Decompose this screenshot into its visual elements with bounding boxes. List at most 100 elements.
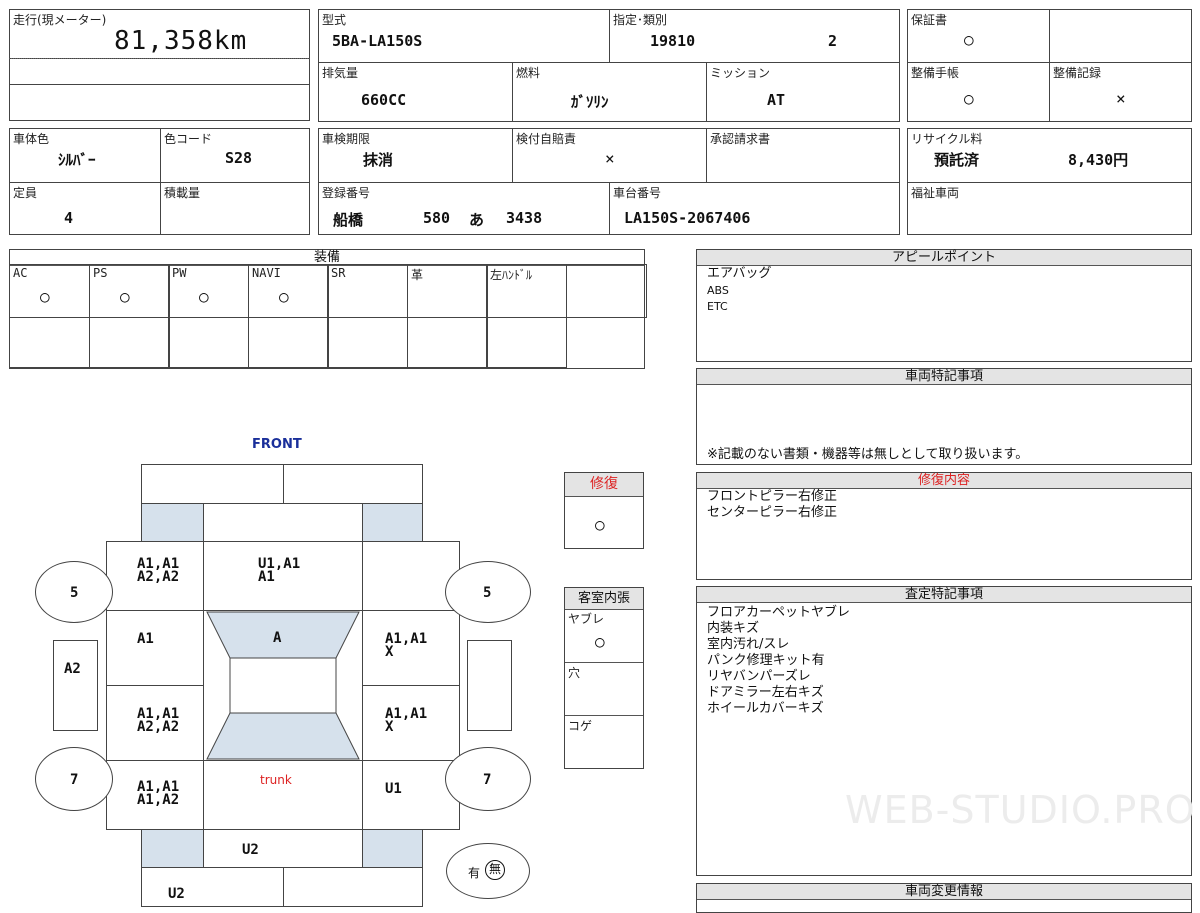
approval-label: 承認請求書 xyxy=(710,132,771,146)
designation-label: 指定･類別 xyxy=(613,13,668,27)
interior-divider-1 xyxy=(565,662,643,663)
repair-title: 修復 xyxy=(565,473,643,497)
assessment-title: 査定特記事項 xyxy=(697,587,1191,603)
equipment-label: 左ﾊﾝﾄﾞﾙ xyxy=(490,268,533,282)
vehicle-changes-title: 車両変更情報 xyxy=(697,884,1191,900)
plate-kana: あ xyxy=(469,211,485,229)
plate-region: 船橋 xyxy=(333,211,364,229)
rear-right-pillar xyxy=(362,829,423,868)
rear-panel: U2 xyxy=(203,829,363,868)
equipment-label: 革 xyxy=(411,268,424,282)
plate-class: 580 xyxy=(423,209,451,227)
registration-label: 登録番号 xyxy=(322,186,371,200)
maintenance-record-cell: 整備記録 × xyxy=(1049,62,1192,122)
front-label: FRONT xyxy=(252,437,302,452)
maintenance-record-label: 整備記録 xyxy=(1053,66,1102,80)
welfare-label: 福祉車両 xyxy=(911,186,960,200)
rear-panel-code: U2 xyxy=(242,842,259,858)
assessment-line-1: フロアカーペットヤブレ xyxy=(707,605,851,620)
rear-right-door: A1,A1 X xyxy=(362,685,460,761)
maintenance-book-cell: 整備手帳 ○ xyxy=(907,62,1050,122)
roof-code: A xyxy=(273,630,282,646)
load-cell: 積載量 xyxy=(160,182,310,235)
roof-panel xyxy=(229,657,337,714)
recycle-label: リサイクル料 xyxy=(911,132,983,146)
fuel-label: 燃料 xyxy=(516,66,541,80)
repair-details-line-1: フロントピラー右修正 xyxy=(707,489,838,504)
front-left-fender: A1,A1 A2,A2 xyxy=(106,541,204,611)
welfare-cell: 福祉車両 xyxy=(907,182,1192,235)
equipment-blank-cell xyxy=(248,317,329,368)
interior-hole-label: 穴 xyxy=(568,666,581,680)
left-step-code: A2 xyxy=(64,661,81,677)
interior-burn-label: コゲ xyxy=(568,719,593,733)
repair-box: 修復 ○ xyxy=(564,472,644,549)
equipment-label: AC xyxy=(13,266,28,280)
model-type-label: 型式 xyxy=(322,13,347,27)
equipment-cell: 左ﾊﾝﾄﾞﾙ xyxy=(486,264,567,318)
chassis-value: LA150S-2067406 xyxy=(624,209,751,227)
color-label: 車体色 xyxy=(13,132,50,146)
assessment-box: 査定特記事項 フロアカーペットヤブレ 内装キズ 室内汚れ/スレ パンク修理キット… xyxy=(696,586,1192,876)
fuel-value: ｶﾞｿﾘﾝ xyxy=(571,93,609,111)
front-right-tire-code: 5 xyxy=(483,585,492,601)
recycle-status: 預託済 xyxy=(934,151,980,169)
displacement-value: 660CC xyxy=(361,91,407,109)
assessment-line-7: ホイールカバーキズ xyxy=(707,701,824,716)
trunk-label: trunk xyxy=(260,773,292,787)
recycle-amount: 8,430円 xyxy=(1068,151,1129,169)
interior-divider-2 xyxy=(565,715,643,716)
insurance-label: 検付自賠責 xyxy=(516,132,577,146)
front-left-tire: 5 xyxy=(35,561,113,623)
assessment-line-4: パンク修理キット有 xyxy=(707,653,825,668)
expiry-cell: 車検期限 抹消 xyxy=(318,128,513,183)
equipment-blank-cell xyxy=(168,317,249,368)
rear-left-door: A1,A1 A2,A2 xyxy=(106,685,204,761)
equipment-cell: PW ○ xyxy=(168,264,249,318)
spare-tire-yes: 有 xyxy=(468,866,481,880)
appeal-line-1: エアバッグ xyxy=(707,266,772,281)
front-left-pillar xyxy=(141,503,204,542)
repair-mark: ○ xyxy=(595,515,605,534)
fuel-cell: 燃料 ｶﾞｿﾘﾝ xyxy=(512,62,707,122)
maintenance-book-label: 整備手帳 xyxy=(911,66,960,80)
equipment-blank-cell xyxy=(486,317,567,368)
warranty-mark: ○ xyxy=(964,30,974,49)
assessment-line-2: 内装キズ xyxy=(707,621,760,636)
chassis-cell: 車台番号 LA150S-2067406 xyxy=(609,182,900,235)
watermark: WEB-STUDIO.PRO xyxy=(845,788,1196,832)
front-left-door-code: A1 xyxy=(137,631,154,647)
transmission-cell: ミッション AT xyxy=(706,62,900,122)
model-type-cell: 型式 5BA-LA150S xyxy=(318,9,610,63)
left-step: A2 xyxy=(53,640,98,731)
equipment-cell: SR xyxy=(327,264,408,318)
assessment-line-6: ドアミラー左右キズ xyxy=(707,685,824,700)
front-left-tire-code: 5 xyxy=(70,585,79,601)
expiry-value: 抹消 xyxy=(363,151,394,169)
rear-left-pillar xyxy=(141,829,204,868)
warranty-empty-cell xyxy=(1049,9,1192,63)
spare-tire-no: 無 xyxy=(485,860,505,880)
equipment-label: PW xyxy=(172,266,187,280)
front-right-door-code: A1,A1 X xyxy=(385,631,428,660)
warranty-label: 保証書 xyxy=(911,13,948,27)
rear-bumper-code: U2 xyxy=(168,886,185,902)
interior-box: 客室内張 ヤブレ ○ 穴 コゲ xyxy=(564,587,644,769)
color-code-value: S28 xyxy=(225,149,253,167)
equipment-label: PS xyxy=(93,266,108,280)
equipment-cell: 革 xyxy=(407,264,488,318)
mileage-box: 走行(現メーター) 81,358km xyxy=(9,9,310,59)
color-value: ｼﾙﾊﾞｰ xyxy=(58,151,96,169)
right-step xyxy=(467,640,512,731)
transmission-label: ミッション xyxy=(710,66,771,80)
rear-left-tire-code: 7 xyxy=(70,772,79,788)
mileage-extra-box xyxy=(9,58,310,85)
capacity-value: 4 xyxy=(64,209,74,227)
rear-right-tire-code: 7 xyxy=(483,772,492,788)
load-label: 積載量 xyxy=(164,186,201,200)
maintenance-record-mark: × xyxy=(1116,89,1126,108)
appeal-line-3: ETC xyxy=(707,300,728,313)
capacity-label: 定員 xyxy=(13,186,38,200)
equipment-cell: PS ○ xyxy=(89,264,170,318)
appeal-line-2: ABS xyxy=(707,284,729,297)
